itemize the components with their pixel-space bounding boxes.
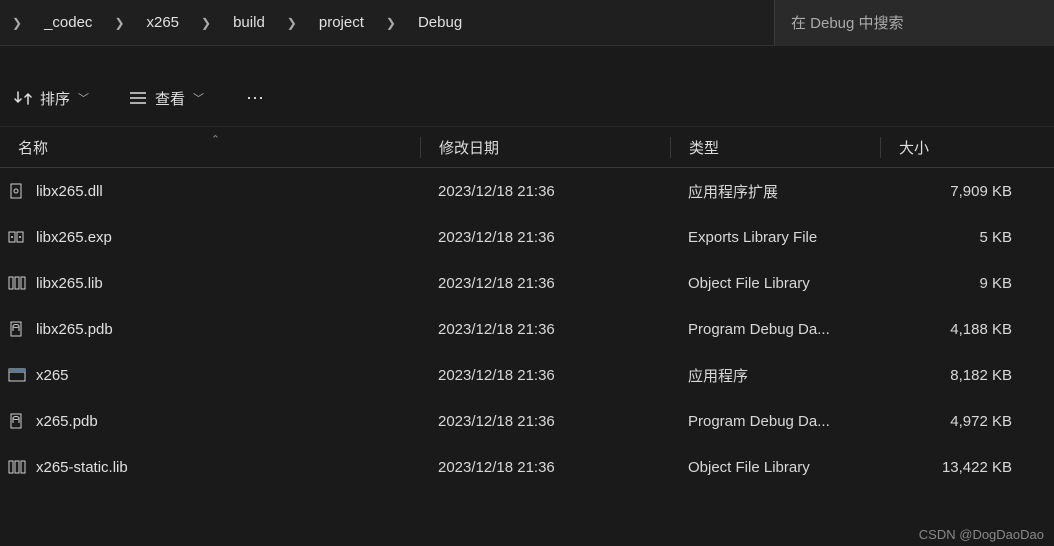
- view-label: 查看: [155, 88, 185, 109]
- file-date: 2023/12/18 21:36: [420, 367, 670, 384]
- more-icon: ⋯: [246, 88, 266, 108]
- file-type: Program Debug Da...: [670, 321, 880, 338]
- sort-button[interactable]: 排序 ﹀: [4, 82, 99, 115]
- file-icon: [8, 274, 26, 292]
- file-name-cell: libx265.dll: [0, 182, 420, 200]
- search-input[interactable]: 在 Debug 中搜索: [774, 0, 1054, 46]
- breadcrumb-item[interactable]: Debug: [404, 8, 476, 37]
- breadcrumb-item[interactable]: project: [305, 8, 378, 37]
- breadcrumb-item[interactable]: build: [219, 8, 279, 37]
- file-type: Program Debug Da...: [670, 413, 880, 430]
- breadcrumb: ❯ _codec ❯ x265 ❯ build ❯ project ❯ Debu…: [0, 8, 774, 37]
- file-date: 2023/12/18 21:36: [420, 321, 670, 338]
- file-size: 7,909 KB: [880, 183, 1040, 200]
- file-type: Object File Library: [670, 459, 880, 476]
- file-icon: [8, 320, 26, 338]
- table-row[interactable]: x265 2023/12/18 21:36应用程序8,182 KB: [0, 352, 1054, 398]
- watermark: CSDN @DogDaoDao: [919, 527, 1044, 542]
- sort-label: 排序: [40, 88, 70, 109]
- table-row[interactable]: x265.pdb 2023/12/18 21:36Program Debug Da…: [0, 398, 1054, 444]
- chevron-right-icon[interactable]: ❯: [8, 12, 26, 34]
- file-type: 应用程序: [670, 365, 880, 386]
- file-name-cell: libx265.pdb: [0, 320, 420, 338]
- file-date: 2023/12/18 21:36: [420, 275, 670, 292]
- column-header-type[interactable]: 类型: [670, 137, 880, 158]
- sort-icon: [14, 89, 32, 107]
- table-row[interactable]: x265-static.lib 2023/12/18 21:36Object Fi…: [0, 444, 1054, 490]
- table-row[interactable]: libx265.exp 2023/12/18 21:36Exports Libra…: [0, 214, 1054, 260]
- breadcrumb-row: ❯ _codec ❯ x265 ❯ build ❯ project ❯ Debu…: [0, 0, 1054, 46]
- file-date: 2023/12/18 21:36: [420, 413, 670, 430]
- chevron-right-icon[interactable]: ❯: [110, 12, 128, 34]
- file-name: x265.pdb: [36, 413, 98, 430]
- file-name: libx265.dll: [36, 183, 103, 200]
- file-list: libx265.dll2023/12/18 21:36应用程序扩展7,909 K…: [0, 168, 1054, 490]
- file-type: Object File Library: [670, 275, 880, 292]
- chevron-down-icon: ﹀: [78, 90, 89, 106]
- toolbar: 排序 ﹀ 查看 ﹀ ⋯: [0, 70, 1054, 126]
- file-name-cell: x265.pdb: [0, 412, 420, 430]
- chevron-right-icon[interactable]: ❯: [283, 12, 301, 34]
- file-size: 13,422 KB: [880, 459, 1040, 476]
- breadcrumb-item[interactable]: x265: [133, 8, 194, 37]
- column-header-date[interactable]: 修改日期: [420, 137, 670, 158]
- file-size: 8,182 KB: [880, 367, 1040, 384]
- file-size: 4,972 KB: [880, 413, 1040, 430]
- file-size: 9 KB: [880, 275, 1040, 292]
- view-button[interactable]: 查看 ﹀: [119, 82, 214, 115]
- table-header: 名称 ⌃ 修改日期 类型 大小: [0, 126, 1054, 168]
- file-date: 2023/12/18 21:36: [420, 229, 670, 246]
- file-icon: [8, 412, 26, 430]
- column-header-label: 名称: [18, 140, 48, 157]
- file-icon: [8, 182, 26, 200]
- file-date: 2023/12/18 21:36: [420, 459, 670, 476]
- file-icon: [8, 228, 26, 246]
- view-icon: [129, 91, 147, 105]
- chevron-down-icon: ﹀: [193, 90, 204, 106]
- table-row[interactable]: libx265.lib 2023/12/18 21:36Object File L…: [0, 260, 1054, 306]
- file-name-cell: libx265.exp: [0, 228, 420, 246]
- file-name: x265-static.lib: [36, 459, 128, 476]
- file-name-cell: x265: [0, 366, 420, 384]
- file-name: libx265.pdb: [36, 321, 113, 338]
- file-icon: [8, 366, 26, 384]
- file-size: 4,188 KB: [880, 321, 1040, 338]
- file-type: 应用程序扩展: [670, 181, 880, 202]
- search-placeholder: 在 Debug 中搜索: [791, 12, 904, 33]
- file-icon: [8, 458, 26, 476]
- more-button[interactable]: ⋯: [234, 82, 278, 115]
- chevron-right-icon[interactable]: ❯: [197, 12, 215, 34]
- file-name-cell: libx265.lib: [0, 274, 420, 292]
- file-date: 2023/12/18 21:36: [420, 183, 670, 200]
- file-name: x265: [36, 367, 69, 384]
- breadcrumb-item[interactable]: _codec: [30, 8, 106, 37]
- file-name: libx265.exp: [36, 229, 112, 246]
- file-name: libx265.lib: [36, 275, 103, 292]
- table-row[interactable]: libx265.pdb 2023/12/18 21:36Program Debug…: [0, 306, 1054, 352]
- file-size: 5 KB: [880, 229, 1040, 246]
- file-name-cell: x265-static.lib: [0, 458, 420, 476]
- table-row[interactable]: libx265.dll 2023/12/18 21:36应用程序扩展7,909 K…: [0, 168, 1054, 214]
- chevron-right-icon[interactable]: ❯: [382, 12, 400, 34]
- file-type: Exports Library File: [670, 229, 880, 246]
- sort-indicator-icon: ⌃: [211, 133, 220, 146]
- column-header-size[interactable]: 大小: [880, 137, 1040, 158]
- column-header-name[interactable]: 名称 ⌃: [0, 137, 420, 158]
